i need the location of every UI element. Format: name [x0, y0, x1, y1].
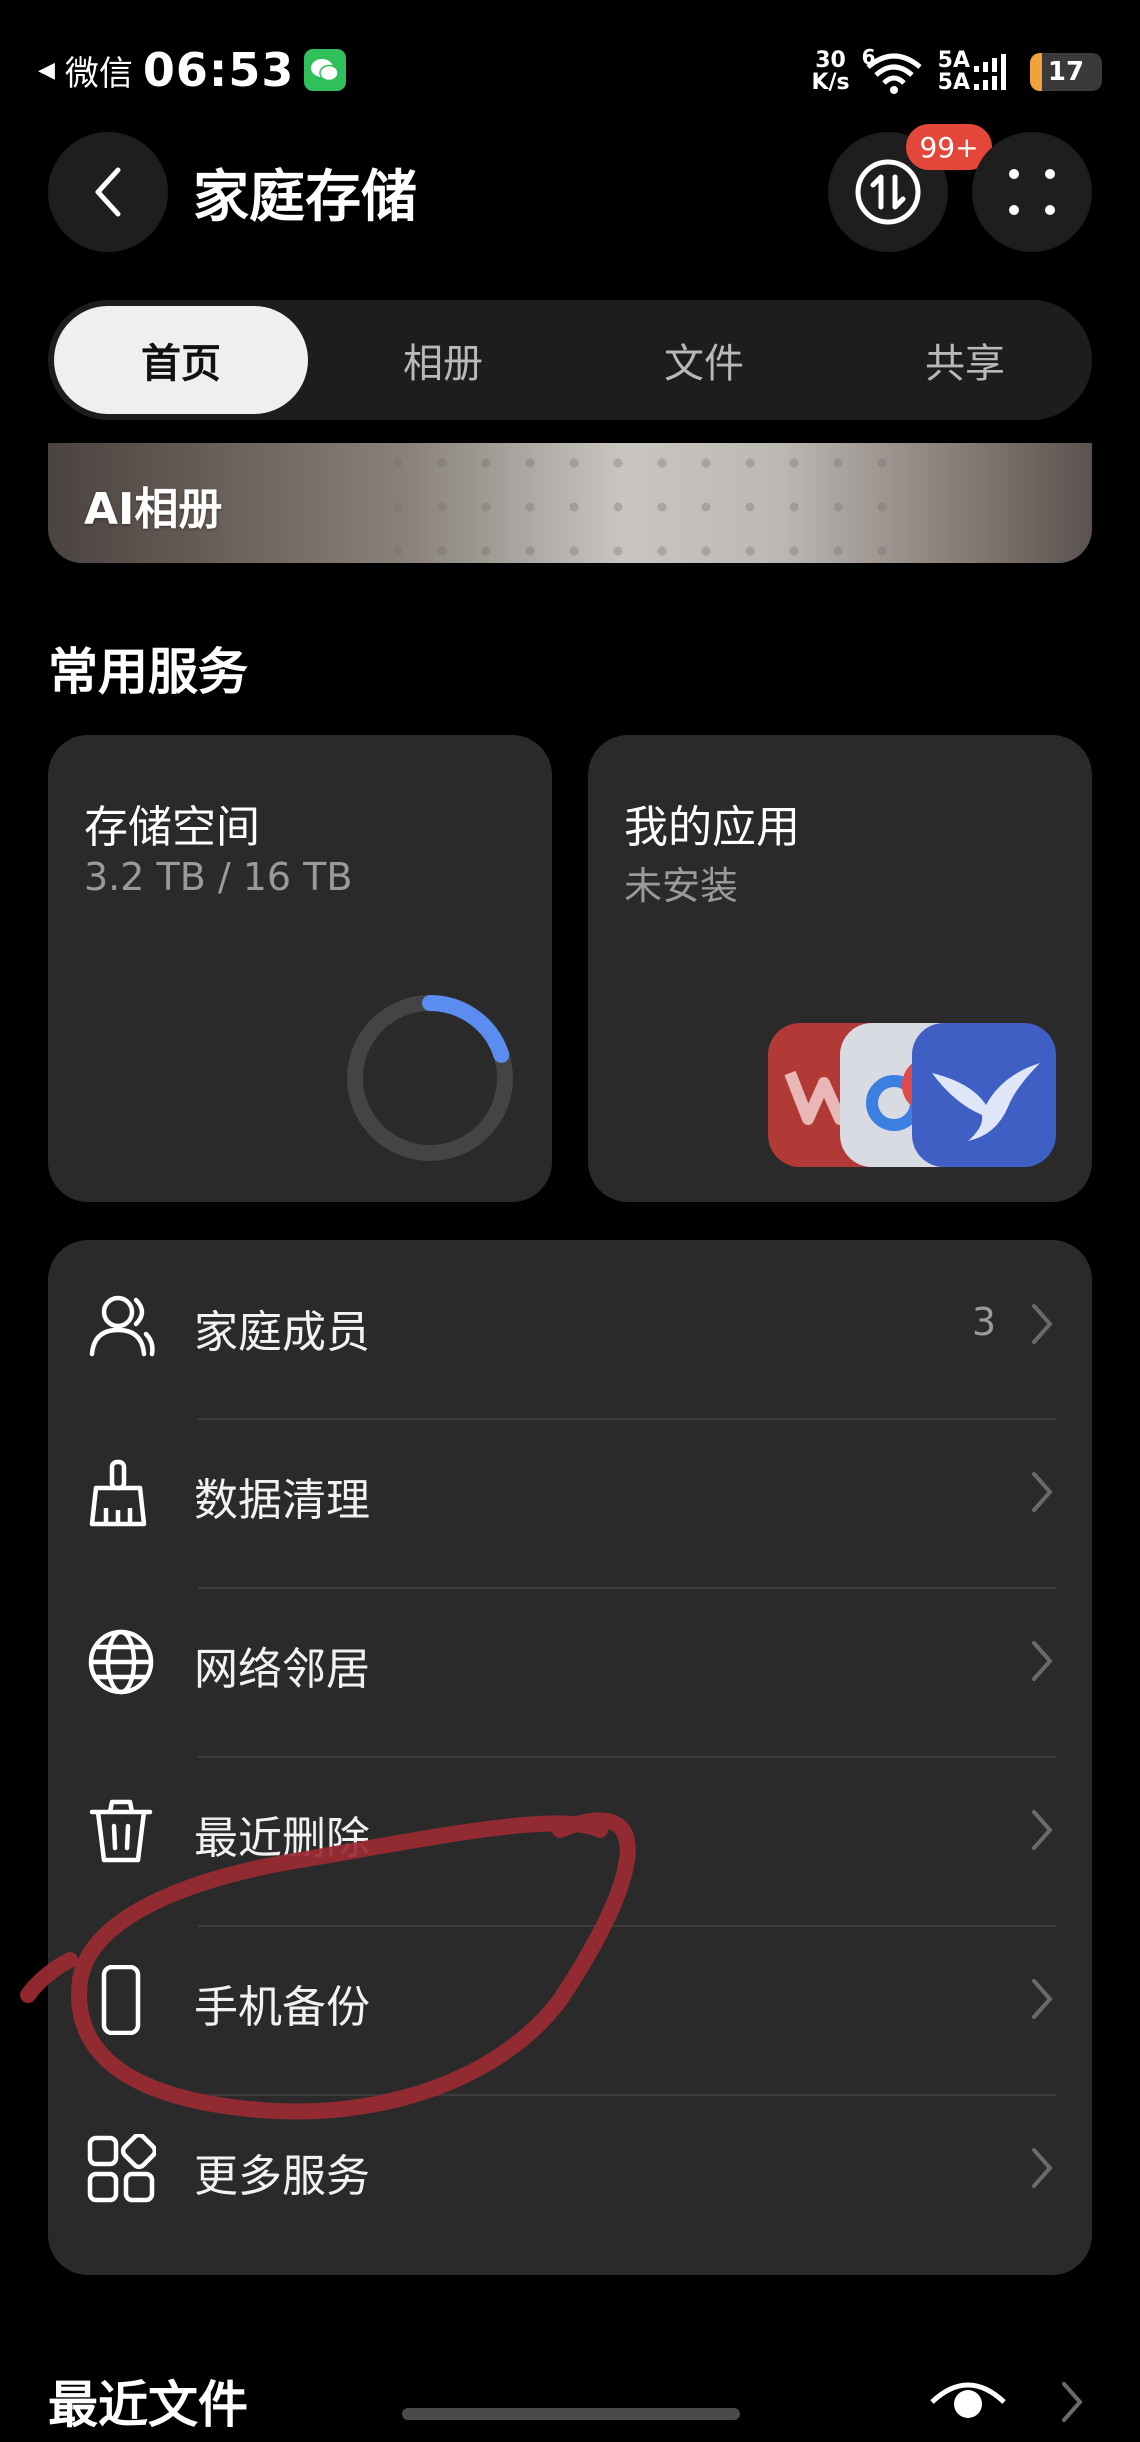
- chevron-right-icon: [1032, 1304, 1053, 1344]
- storage-card[interactable]: 存储空间 3.2 TB / 16 TB: [48, 735, 552, 1202]
- network-speed: 30 K/s: [811, 48, 850, 95]
- back-app-label[interactable]: 微信: [65, 46, 133, 95]
- broom-icon: [89, 1459, 147, 1527]
- chevron-right-icon: [1032, 1641, 1053, 1681]
- home-indicator[interactable]: [402, 2408, 740, 2420]
- chevron-right-icon: [1032, 1979, 1053, 2019]
- trash-icon: [89, 1799, 153, 1863]
- chevron-right-icon: [1032, 1472, 1053, 1512]
- battery-icon: 17: [1030, 53, 1102, 91]
- transfer-arrows-icon: [855, 159, 921, 225]
- menu-item-label: 家庭成员: [194, 1307, 370, 1358]
- tab-album[interactable]: 相册: [316, 306, 570, 414]
- phone-icon: [101, 1965, 141, 2035]
- back-button[interactable]: [48, 132, 168, 252]
- menu-item-label: 手机备份: [194, 1982, 370, 2033]
- chevron-right-icon: [1032, 1810, 1053, 1850]
- storage-ring-chart: [347, 995, 513, 1161]
- apps-card-title: 我的应用: [624, 802, 800, 853]
- bird-app-icon: [912, 1023, 1056, 1167]
- service-menu: 家庭成员 3 数据清理 网络邻居 最近删除 手机备份 更多服务: [48, 1240, 1092, 2275]
- page-title: 家庭存储: [193, 165, 417, 230]
- storage-card-title: 存储空间: [84, 802, 260, 853]
- chevron-left-icon: [95, 167, 121, 217]
- more-button[interactable]: [972, 132, 1092, 252]
- banner-photo: [378, 443, 898, 563]
- menu-item-label: 最近删除: [194, 1813, 370, 1864]
- chevron-right-icon[interactable]: [1060, 2380, 1084, 2424]
- menu-item-network-neighborhood[interactable]: 网络邻居: [48, 1577, 1092, 1746]
- chevron-right-icon: [1032, 2148, 1053, 2188]
- menu-item-phone-backup[interactable]: 手机备份: [48, 1915, 1092, 2084]
- menu-item-label: 更多服务: [194, 2151, 370, 2202]
- wechat-icon: [304, 49, 347, 91]
- back-triangle-icon[interactable]: ◀: [38, 58, 55, 83]
- menu-item-family-members[interactable]: 家庭成员 3: [48, 1240, 1092, 1409]
- status-time: 06:53: [142, 43, 295, 97]
- common-services-title: 常用服务: [48, 643, 248, 701]
- status-bar-left: ◀ 微信 06:53: [38, 42, 347, 98]
- tab-home[interactable]: 首页: [54, 306, 308, 414]
- member-count: 3: [971, 1300, 996, 1344]
- tab-share[interactable]: 共享: [838, 306, 1092, 414]
- four-dots-icon: [1009, 169, 1055, 215]
- tab-bar: 首页 相册 文件 共享: [48, 300, 1092, 420]
- grid-icon: [87, 2134, 156, 2203]
- tab-files[interactable]: 文件: [577, 306, 831, 414]
- storage-usage: 3.2 TB / 16 TB: [84, 855, 353, 899]
- ai-album-banner[interactable]: AI相册: [48, 443, 1092, 563]
- banner-title: AI相册: [84, 484, 223, 535]
- globe-icon: [88, 1629, 154, 1695]
- sim-signal: 5A 5A: [938, 50, 1018, 94]
- apps-status: 未安装: [624, 864, 739, 908]
- signal-bars-icon: [974, 54, 1006, 90]
- wifi-icon: 6: [862, 45, 926, 95]
- menu-item-label: 数据清理: [194, 1475, 370, 1526]
- menu-item-recently-deleted[interactable]: 最近删除: [48, 1746, 1092, 1915]
- apps-card[interactable]: 我的应用 未安装: [588, 735, 1092, 1202]
- status-bar-right: 30 K/s 6 5A 5A 17: [811, 45, 1102, 98]
- eye-icon[interactable]: [928, 2372, 1008, 2422]
- menu-item-more-services[interactable]: 更多服务: [48, 2084, 1092, 2253]
- menu-item-data-cleanup[interactable]: 数据清理: [48, 1408, 1092, 1577]
- menu-item-label: 网络邻居: [194, 1644, 370, 1695]
- person-icon: [89, 1295, 155, 1357]
- recent-files-title: 最近文件: [48, 2376, 248, 2434]
